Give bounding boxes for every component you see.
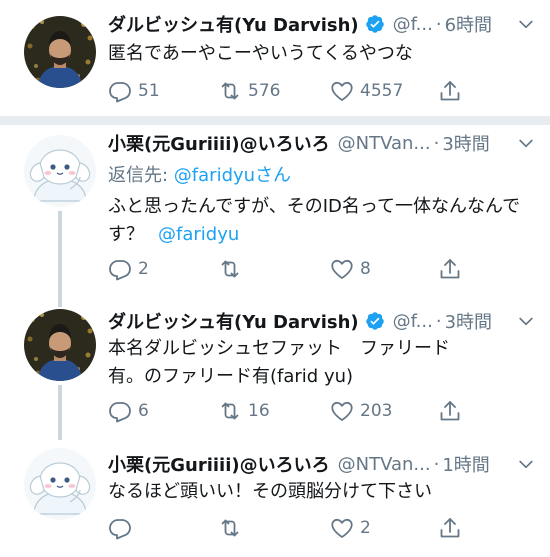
timestamp[interactable]: 6時間 bbox=[445, 11, 492, 37]
thread-line bbox=[58, 385, 62, 440]
like-button[interactable]: 2 bbox=[330, 515, 371, 541]
chevron-down-icon[interactable] bbox=[516, 311, 536, 331]
retweet-icon bbox=[218, 257, 242, 281]
heart-icon bbox=[330, 516, 354, 540]
avatar[interactable] bbox=[24, 448, 96, 520]
retweet-button[interactable] bbox=[218, 256, 248, 282]
verified-badge-icon bbox=[365, 14, 385, 34]
reply-button[interactable] bbox=[108, 515, 138, 541]
timestamp[interactable]: 3時間 bbox=[445, 308, 492, 334]
user-handle[interactable]: @f... bbox=[393, 311, 433, 332]
action-bar: 2 bbox=[108, 515, 528, 541]
retweet-icon bbox=[218, 79, 242, 103]
thread-line bbox=[58, 297, 62, 307]
user-handle[interactable]: @NTVan... bbox=[338, 454, 431, 475]
tweet-text: 本名ダルビッシュセファット ファリード有。のファリード有(farid yu) bbox=[108, 338, 450, 387]
share-icon bbox=[438, 79, 462, 103]
display-name[interactable]: ダルビッシュ有(Yu Darvish) bbox=[108, 308, 359, 334]
heart-icon bbox=[330, 79, 354, 103]
avatar[interactable] bbox=[24, 135, 96, 207]
like-button[interactable]: 203 bbox=[330, 398, 392, 424]
avatar[interactable] bbox=[24, 16, 96, 88]
share-button[interactable] bbox=[438, 78, 468, 104]
share-icon bbox=[438, 516, 462, 540]
chevron-down-icon[interactable] bbox=[516, 454, 536, 474]
reply-button[interactable]: 51 bbox=[108, 78, 160, 104]
share-icon bbox=[438, 257, 462, 281]
timestamp[interactable]: 3時間 bbox=[442, 130, 489, 156]
share-button[interactable] bbox=[438, 256, 468, 282]
tweet-text: 匿名であーやこーやいうてくるやつな bbox=[108, 43, 413, 64]
like-count: 8 bbox=[360, 259, 371, 279]
like-count: 203 bbox=[360, 401, 393, 421]
tweet-4[interactable]: 小栗(元Guriiii)@いろいろ @NTVan... · 1時間 なるほど頭い… bbox=[0, 440, 550, 557]
tweet-header: 小栗(元Guriiii)@いろいろ @NTVan... · 1時間 bbox=[108, 450, 536, 478]
reply-count: 51 bbox=[138, 81, 160, 101]
tweet-2[interactable]: 小栗(元Guriiii)@いろいろ @NTVan... · 3時間 返信先: @… bbox=[0, 125, 550, 297]
reply-icon bbox=[108, 79, 132, 103]
reply-to-label: 返信先: bbox=[108, 165, 174, 186]
retweet-button[interactable]: 16 bbox=[218, 398, 270, 424]
user-handle[interactable]: @NTVan... bbox=[338, 133, 431, 154]
tweet-3[interactable]: ダルビッシュ有(Yu Darvish) @f... · 3時間 本名ダルビッシュ… bbox=[0, 297, 550, 440]
retweet-count: 576 bbox=[248, 81, 281, 101]
mention-link[interactable]: @faridyu bbox=[158, 224, 239, 245]
reply-to-link[interactable]: @faridyuさん bbox=[174, 165, 291, 186]
share-icon bbox=[438, 399, 462, 423]
retweet-count: 16 bbox=[248, 401, 270, 421]
action-bar: 51 576 4557 bbox=[108, 78, 528, 104]
share-button[interactable] bbox=[438, 398, 468, 424]
verified-badge-icon bbox=[365, 311, 385, 331]
tweet-1[interactable]: ダルビッシュ有(Yu Darvish) @f... · 6時間 匿名であーやこー… bbox=[0, 0, 550, 116]
chevron-down-icon[interactable] bbox=[516, 14, 536, 34]
tweet-text: ふと思ったんですが、そのID名って一体なんなんです？ @faridyu bbox=[108, 196, 521, 245]
retweet-button[interactable] bbox=[218, 515, 248, 541]
user-handle[interactable]: @f... bbox=[393, 14, 433, 35]
reply-button[interactable]: 6 bbox=[108, 398, 149, 424]
retweet-button[interactable]: 576 bbox=[218, 78, 280, 104]
display-name[interactable]: ダルビッシュ有(Yu Darvish) bbox=[108, 11, 359, 37]
tweet-text: なるほど頭いい！その頭脳分けて下さい bbox=[108, 481, 432, 502]
reply-icon bbox=[108, 516, 132, 540]
action-bar: 6 16 203 bbox=[108, 398, 528, 424]
action-bar: 2 8 bbox=[108, 256, 528, 282]
reply-button[interactable]: 2 bbox=[108, 256, 149, 282]
heart-icon bbox=[330, 399, 354, 423]
separator-dot: · bbox=[435, 310, 442, 332]
reply-count: 2 bbox=[138, 259, 149, 279]
reply-icon bbox=[108, 257, 132, 281]
timestamp[interactable]: 1時間 bbox=[442, 451, 489, 477]
chevron-down-icon[interactable] bbox=[516, 133, 536, 153]
divider bbox=[0, 116, 550, 125]
reply-count: 6 bbox=[138, 401, 149, 421]
share-button[interactable] bbox=[438, 515, 468, 541]
like-button[interactable]: 4557 bbox=[330, 78, 403, 104]
tweet-header: ダルビッシュ有(Yu Darvish) @f... · 3時間 bbox=[108, 307, 536, 335]
separator-dot: · bbox=[435, 13, 442, 35]
display-name[interactable]: 小栗(元Guriiii)@いろいろ bbox=[108, 130, 330, 156]
like-button[interactable]: 8 bbox=[330, 256, 371, 282]
separator-dot: · bbox=[433, 453, 440, 475]
reply-icon bbox=[108, 399, 132, 423]
avatar[interactable] bbox=[24, 309, 96, 381]
tweet-header: ダルビッシュ有(Yu Darvish) @f... · 6時間 bbox=[108, 10, 536, 38]
reply-context: 返信先: @faridyuさん bbox=[108, 161, 291, 187]
retweet-icon bbox=[218, 399, 242, 423]
thread-line bbox=[58, 211, 62, 297]
like-count: 2 bbox=[360, 518, 371, 538]
tweet-header: 小栗(元Guriiii)@いろいろ @NTVan... · 3時間 bbox=[108, 129, 536, 157]
retweet-icon bbox=[218, 516, 242, 540]
display-name[interactable]: 小栗(元Guriiii)@いろいろ bbox=[108, 451, 330, 477]
heart-icon bbox=[330, 257, 354, 281]
separator-dot: · bbox=[433, 132, 440, 154]
like-count: 4557 bbox=[360, 81, 404, 101]
